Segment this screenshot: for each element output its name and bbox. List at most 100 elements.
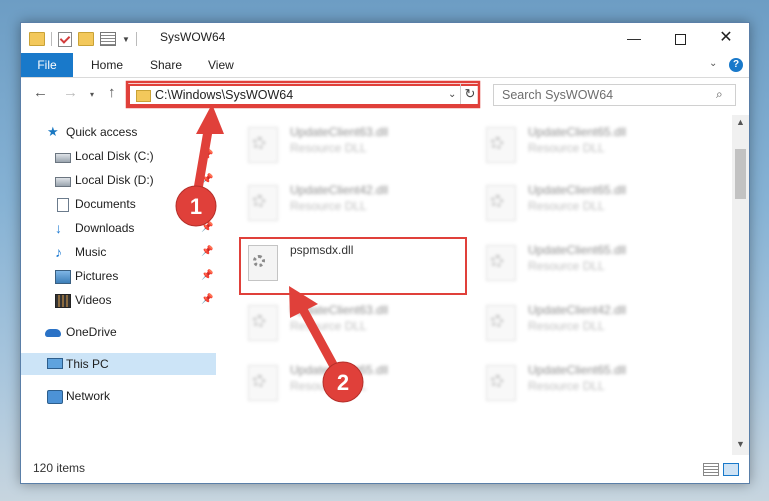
recent-locations-button[interactable]: ▾ (90, 90, 94, 99)
qat-dropdown-icon[interactable]: ▼ (122, 35, 130, 44)
file-type: Resource DLL (290, 199, 367, 213)
address-path[interactable]: C:\Windows\SysWOW64 (155, 88, 293, 102)
gear-icon (491, 315, 503, 327)
network-icon (47, 390, 63, 404)
folder-icon (136, 90, 151, 102)
file-item[interactable]: UpdateClient65.dll Resource DLL (478, 239, 698, 289)
sidebar-item-label: Videos (75, 293, 112, 307)
file-type: Resource DLL (528, 199, 605, 213)
scroll-up-icon[interactable]: ▲ (736, 117, 745, 127)
pin-icon: 📌 (201, 270, 214, 281)
minimize-button[interactable]: — (611, 23, 657, 53)
highlight-box-file (239, 237, 467, 295)
file-item[interactable]: UpdateClient63.dll Resource DLL (240, 121, 460, 171)
properties-check-icon[interactable] (58, 31, 72, 47)
file-item[interactable]: UpdateClient42.dll Resource DLL (240, 179, 460, 229)
tab-view[interactable]: View (208, 53, 234, 77)
file-name: UpdateClient65.dll (290, 363, 389, 377)
details-view-icon[interactable] (703, 463, 719, 476)
sidebar-item-network[interactable]: Network (21, 385, 216, 407)
onedrive-icon (45, 329, 61, 337)
drive-icon (55, 153, 71, 163)
sidebar-item-label: This PC (66, 357, 109, 371)
sidebar-item-local-disk-d[interactable]: Local Disk (D:) 📌 (21, 169, 216, 191)
large-icons-view-icon[interactable] (723, 463, 739, 476)
pin-icon: 📌 (201, 198, 214, 209)
scroll-down-icon[interactable]: ▼ (736, 439, 745, 449)
forward-button[interactable]: → (63, 84, 78, 101)
navigation-pane: ★ Quick access Local Disk (C:) 📌 Local D… (21, 115, 216, 455)
file-name: UpdateClient63.dll (290, 125, 389, 139)
separator (135, 32, 137, 46)
tab-share[interactable]: Share (150, 53, 182, 77)
file-item[interactable]: UpdateClient65.dll Resource DLL (478, 121, 698, 171)
sidebar-item-this-pc[interactable]: This PC (21, 353, 216, 375)
pin-icon: 📌 (201, 150, 214, 161)
pin-icon: 📌 (201, 294, 214, 305)
ribbon-tabs: File Home Share View ⌄ ? (21, 53, 749, 78)
file-item[interactable]: UpdateClient42.dll Resource DLL (478, 299, 698, 349)
downloads-icon: ↓ (55, 220, 62, 236)
file-type: Resource DLL (528, 141, 605, 155)
title-bar: ▼ SysWOW64 — ✕ (21, 23, 749, 53)
scrollbar-thumb[interactable] (735, 149, 746, 199)
sidebar-item-music[interactable]: ♪ Music 📌 (21, 241, 216, 263)
search-box[interactable]: ⌕ (493, 84, 736, 106)
file-name: UpdateClient65.dll (528, 243, 627, 257)
file-type: Resource DLL (290, 379, 367, 393)
address-bar[interactable]: C:\Windows\SysWOW64 ⌄ ↻ (128, 84, 480, 106)
file-name: UpdateClient65.dll (528, 363, 627, 377)
file-item[interactable]: UpdateClient65.dll Resource DLL (478, 359, 698, 409)
sidebar-item-pictures[interactable]: Pictures 📌 (21, 265, 216, 287)
refresh-button[interactable]: ↻ (460, 84, 479, 104)
quick-access-toolbar: ▼ (29, 31, 137, 47)
tab-file[interactable]: File (21, 53, 73, 77)
search-input[interactable] (502, 87, 712, 103)
expand-ribbon-icon[interactable]: ⌄ (709, 58, 717, 69)
tab-home[interactable]: Home (91, 53, 123, 77)
sidebar-item-label: OneDrive (66, 325, 117, 339)
folder-icon[interactable] (29, 32, 45, 46)
file-type: Resource DLL (528, 319, 605, 333)
sidebar-item-label: Music (75, 245, 107, 259)
sidebar-item-quick-access[interactable]: ★ Quick access (21, 121, 216, 143)
sidebar-item-local-disk-c[interactable]: Local Disk (C:) 📌 (21, 145, 216, 167)
gear-icon (491, 195, 503, 207)
videos-icon (55, 294, 71, 308)
sidebar-item-documents[interactable]: Documents 📌 (21, 193, 216, 215)
gear-icon (253, 315, 265, 327)
gear-icon (253, 375, 265, 387)
up-button[interactable]: ↑ (108, 84, 116, 101)
help-icon[interactable]: ? (729, 58, 743, 72)
sidebar-item-label: Downloads (75, 221, 135, 235)
vertical-scrollbar[interactable]: ▲ ▼ (732, 115, 749, 455)
gear-icon (491, 255, 503, 267)
sidebar-item-label: Local Disk (C:) (75, 149, 154, 163)
drive-icon (55, 177, 71, 187)
customize-view-icon[interactable] (100, 32, 116, 46)
file-type: Resource DLL (528, 259, 605, 273)
sidebar-item-label: Quick access (66, 125, 138, 139)
sidebar-item-onedrive[interactable]: OneDrive (21, 321, 216, 343)
file-type: Resource DLL (528, 379, 605, 393)
sidebar-item-label: Local Disk (D:) (75, 173, 154, 187)
pin-icon: 📌 (201, 174, 214, 185)
file-type: Resource DLL (290, 141, 367, 155)
sidebar-item-downloads[interactable]: ↓ Downloads 📌 (21, 217, 216, 239)
gear-icon (253, 137, 265, 149)
search-icon[interactable]: ⌕ (716, 87, 723, 102)
back-button[interactable]: ← (33, 84, 48, 101)
sidebar-item-videos[interactable]: Videos 📌 (21, 289, 216, 311)
gear-icon (491, 375, 503, 387)
this-pc-icon (47, 358, 63, 369)
sidebar-item-label: Network (66, 389, 111, 403)
file-item[interactable]: UpdateClient63.dll Resource DLL (240, 299, 460, 349)
file-item[interactable]: UpdateClient65.dll Resource DLL (478, 179, 698, 229)
file-name: UpdateClient42.dll (290, 183, 389, 197)
address-dropdown-icon[interactable]: ⌄ (448, 89, 456, 100)
close-button[interactable]: ✕ (703, 23, 749, 53)
new-folder-icon[interactable] (78, 32, 94, 46)
maximize-button[interactable] (657, 23, 703, 53)
file-item[interactable]: UpdateClient65.dll Resource DLL (240, 359, 460, 409)
file-name: UpdateClient42.dll (528, 303, 627, 317)
